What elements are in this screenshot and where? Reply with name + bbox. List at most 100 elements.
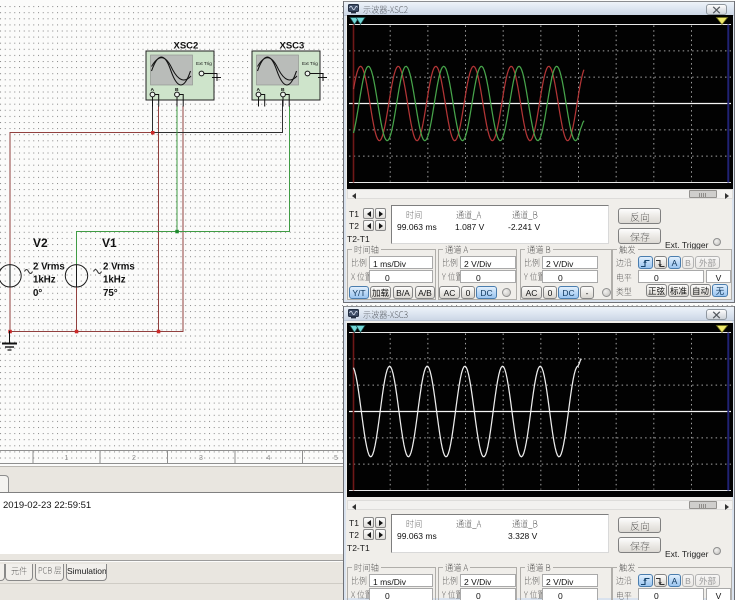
trigger-none-button[interactable]: 无: [712, 284, 728, 297]
channel-a-position-input[interactable]: 0: [460, 588, 516, 600]
source-phase: 75°: [103, 288, 118, 299]
trigger-single-button[interactable]: 正弦: [646, 284, 667, 297]
trigger-b-button[interactable]: B: [682, 256, 694, 269]
terminal[interactable]: [281, 92, 286, 97]
scrollbar-thumb[interactable]: [689, 190, 717, 198]
scroll-right-button[interactable]: [721, 190, 732, 198]
trigger-a-button[interactable]: A: [668, 256, 681, 269]
scroll-left-button[interactable]: [348, 501, 359, 509]
channel-a-indicator: [502, 288, 511, 297]
channel-a-group: 2 V/Div 0 AC 0 DC: [438, 249, 517, 300]
horizontal-scrollbar[interactable]: [347, 500, 733, 510]
border-number: 1: [65, 455, 69, 462]
terminal[interactable]: [175, 92, 180, 97]
falling-edge-button[interactable]: [654, 574, 667, 587]
save-button[interactable]: [618, 228, 661, 244]
channel-b-column-header: [512, 519, 538, 532]
ba-mode-button[interactable]: B/A: [393, 286, 413, 299]
scrollbar-thumb[interactable]: [689, 501, 717, 509]
channel-a-ac-button[interactable]: AC: [439, 286, 460, 299]
add-mode-button[interactable]: 加载: [370, 286, 391, 299]
trigger-normal-button[interactable]: 标准: [668, 284, 689, 297]
rising-edge-button[interactable]: [638, 574, 653, 587]
close-button[interactable]: [706, 4, 727, 15]
t1-left-button[interactable]: [363, 208, 374, 219]
t2-left-button[interactable]: [363, 220, 374, 231]
readout-panel: T1 T2 T2-T1 99.063 ms 1.087 V -2.241 V E…: [344, 203, 735, 249]
trigger-a-button[interactable]: A: [668, 574, 681, 587]
tab-components[interactable]: [5, 564, 33, 581]
ext-trig-terminal[interactable]: [305, 71, 310, 76]
scroll-right-button[interactable]: [721, 501, 732, 509]
titlebar[interactable]: [344, 306, 734, 321]
t1-right-button[interactable]: [375, 208, 386, 219]
channel-a-zero-button[interactable]: 0: [461, 286, 475, 299]
ab-mode-button[interactable]: A/B: [415, 286, 435, 299]
channel-b-invert-button[interactable]: -: [580, 286, 594, 299]
rising-edge-button[interactable]: [638, 256, 653, 269]
trigger-ext-button[interactable]: 外部: [695, 256, 720, 269]
tab-pcb-layers[interactable]: [35, 564, 64, 581]
channel-a-position-input[interactable]: 0: [460, 270, 516, 283]
level-unit-box: V: [706, 588, 731, 600]
trigger-ext-button[interactable]: 外部: [695, 574, 720, 587]
design-tab-partial[interactable]: [0, 475, 9, 493]
x-position-input[interactable]: 0: [369, 588, 433, 600]
save-button[interactable]: [618, 537, 661, 553]
t2-left-button[interactable]: [363, 529, 374, 540]
trigger-level-input[interactable]: 0: [638, 588, 704, 600]
channel-b-scale-input[interactable]: 2 V/Div: [542, 256, 598, 269]
trigger-level-input[interactable]: 0: [638, 270, 704, 283]
timebase-scale-input[interactable]: 1 ms/Div: [369, 574, 433, 587]
type-label: [616, 287, 632, 298]
ext-trig-terminal[interactable]: [199, 71, 204, 76]
trigger-group: A B 外部 0 V 正弦 标准 自动 无: [612, 249, 732, 300]
trigger-legend: [617, 563, 638, 574]
channel-a-legend: [443, 245, 470, 256]
close-button[interactable]: [706, 309, 727, 320]
time-column-header: [406, 210, 422, 223]
timebase-group: 1 ms/Div 0 Y/T 加载 B/A A/B: [347, 567, 436, 600]
scope-display: [347, 15, 733, 189]
t1-right-button[interactable]: [375, 517, 386, 528]
channel-b-position-input[interactable]: 0: [542, 588, 598, 600]
timebase-scale-input[interactable]: 1 ms/Div: [369, 256, 433, 269]
reverse-button[interactable]: [618, 517, 661, 533]
cursor2-label: T2: [349, 530, 359, 540]
x-position-input[interactable]: 0: [369, 270, 433, 283]
t2-right-button[interactable]: [375, 529, 386, 540]
cursor1-label: T1: [349, 209, 359, 219]
channel-b-zero-button[interactable]: 0: [543, 286, 557, 299]
scroll-left-button[interactable]: [348, 190, 359, 198]
source-value: 2 Vrms: [33, 262, 65, 273]
reverse-button[interactable]: [618, 208, 661, 224]
oscilloscope-window-xsc2: T1 T2 T2-T1 99.063 ms 1.087 V -2.241 V E…: [343, 1, 735, 303]
horizontal-scrollbar[interactable]: [347, 189, 733, 199]
trigger-b-button[interactable]: B: [682, 574, 694, 587]
window-title: [363, 5, 408, 16]
ext-trig-label: Ext Trig: [196, 61, 212, 66]
channel-b-ac-button[interactable]: AC: [521, 286, 542, 299]
t1-left-button[interactable]: [363, 517, 374, 528]
tab-simulation[interactable]: Simulation: [66, 564, 107, 581]
terminal[interactable]: [256, 92, 261, 97]
channel-b-column-header: [512, 210, 538, 223]
channel-b-position-input[interactable]: 0: [542, 270, 598, 283]
titlebar[interactable]: [344, 1, 734, 16]
channel-b-scale-input[interactable]: 2 V/Div: [542, 574, 598, 587]
t1-channel-b-value: -2.241 V: [508, 222, 540, 232]
channel-a-dc-button[interactable]: DC: [476, 286, 497, 299]
source-ref: V1: [102, 236, 117, 250]
channel-a-scale-input[interactable]: 2 V/Div: [460, 574, 516, 587]
trigger-group: A B 外部 0 V 正弦 标准 自动 无: [612, 567, 732, 600]
t2-right-button[interactable]: [375, 220, 386, 231]
falling-edge-button[interactable]: [654, 256, 667, 269]
channel-a-scale-input[interactable]: 2 V/Div: [460, 256, 516, 269]
channel-b-legend: [525, 245, 553, 256]
source-freq: 1kHz: [103, 275, 126, 286]
channel-b-dc-button[interactable]: DC: [558, 286, 579, 299]
yt-mode-button[interactable]: Y/T: [349, 286, 369, 299]
trigger-auto-button[interactable]: 自动: [690, 284, 711, 297]
timebase-legend: [352, 245, 381, 256]
terminal[interactable]: [150, 92, 155, 97]
